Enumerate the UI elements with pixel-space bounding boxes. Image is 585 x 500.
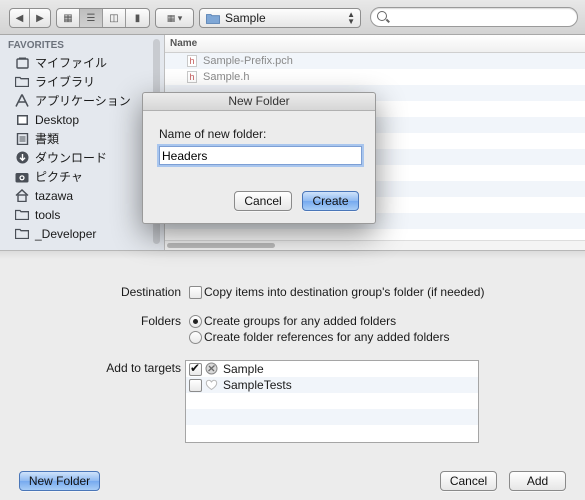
all-my-files-icon bbox=[15, 56, 29, 69]
folder-icon bbox=[15, 227, 29, 240]
sidebar-item-applications[interactable]: アプリケーション bbox=[15, 91, 131, 110]
list-view-button[interactable]: ☰ bbox=[80, 9, 103, 27]
back-arrow-icon: ◀ bbox=[15, 12, 24, 24]
create-folder-references-radio[interactable] bbox=[189, 331, 202, 344]
desktop-icon bbox=[15, 113, 29, 126]
sidebar-item-downloads[interactable]: ダウンロード bbox=[15, 148, 107, 167]
sidebar-item-developer[interactable]: _Developer bbox=[15, 224, 96, 243]
sidebar-item-all-my-files[interactable]: マイファイル bbox=[15, 53, 107, 72]
target-row-empty bbox=[186, 425, 478, 441]
coverflow-view-icon: ▮ bbox=[134, 12, 141, 24]
header-file-icon: h bbox=[187, 71, 197, 83]
folder-name-input[interactable] bbox=[159, 146, 362, 165]
copy-items-text: Copy items into destination group's fold… bbox=[204, 285, 485, 299]
horizontal-scrollbar[interactable] bbox=[165, 240, 585, 250]
updown-arrows-icon: ▲ ▼ bbox=[347, 10, 355, 26]
toolbar: ◀ ▶ ▦ ☰ ◫ ▮ ▦ ▾ Sample ▲ ▼ bbox=[0, 0, 585, 35]
icon-view-button[interactable]: ▦ bbox=[57, 9, 80, 27]
sidebar-header: FAVORITES bbox=[8, 40, 64, 51]
target-checkbox-sample[interactable] bbox=[189, 361, 202, 376]
dialog-title: New Folder bbox=[143, 93, 375, 111]
folder-icon bbox=[15, 208, 29, 221]
coverflow-view-button[interactable]: ▮ bbox=[126, 9, 149, 27]
sidebar-item-documents[interactable]: 書類 bbox=[15, 129, 59, 148]
app-target-icon bbox=[205, 362, 218, 378]
test-bundle-icon bbox=[205, 378, 218, 394]
column-view-icon: ◫ bbox=[109, 12, 119, 24]
sidebar-item-tools[interactable]: tools bbox=[15, 205, 60, 224]
copy-items-checkbox[interactable] bbox=[189, 286, 202, 299]
scrollbar-thumb[interactable] bbox=[167, 243, 275, 248]
view-mode-control: ▦ ☰ ◫ ▮ bbox=[56, 8, 150, 28]
dialog-cancel-button[interactable]: Cancel bbox=[234, 191, 292, 211]
dialog-create-button[interactable]: Create bbox=[302, 191, 359, 211]
pictures-icon bbox=[15, 170, 29, 183]
search-icon bbox=[377, 11, 387, 21]
sidebar-item-library[interactable]: ライブラリ bbox=[15, 72, 95, 91]
search-field[interactable] bbox=[370, 7, 578, 27]
targets-list: Sample SampleTests bbox=[185, 360, 479, 443]
arrange-grid-icon: ▦ bbox=[166, 12, 176, 23]
downloads-icon bbox=[15, 151, 29, 164]
documents-icon bbox=[15, 132, 29, 145]
target-row-sample[interactable]: Sample bbox=[186, 361, 478, 377]
column-header-name[interactable]: Name bbox=[165, 35, 585, 53]
file-row[interactable]: h Sample-Prefix.pch bbox=[165, 53, 585, 69]
target-row-empty bbox=[186, 393, 478, 409]
sidebar-item-pictures[interactable]: ピクチャ bbox=[15, 167, 83, 186]
folders-label: Folders bbox=[140, 314, 181, 328]
new-folder-button[interactable]: New Folder bbox=[19, 471, 100, 491]
folder-icon bbox=[15, 75, 29, 88]
new-folder-dialog: New Folder Name of new folder: Cancel Cr… bbox=[142, 92, 376, 224]
column-view-button[interactable]: ◫ bbox=[103, 9, 126, 27]
cancel-button[interactable]: Cancel bbox=[440, 471, 497, 491]
add-button[interactable]: Add bbox=[509, 471, 566, 491]
folder-icon bbox=[206, 13, 220, 24]
list-view-icon: ☰ bbox=[86, 12, 96, 24]
target-row-empty bbox=[186, 409, 478, 425]
create-groups-text: Create groups for any added folders bbox=[204, 314, 397, 328]
arrange-popup[interactable]: ▦ ▾ bbox=[155, 8, 194, 28]
chevron-down-icon: ▾ bbox=[177, 12, 183, 23]
sidebar-item-desktop[interactable]: Desktop bbox=[15, 110, 79, 129]
file-row[interactable]: h Sample.h bbox=[165, 69, 585, 85]
back-button[interactable]: ◀ bbox=[10, 9, 30, 27]
back-forward-control: ◀ ▶ bbox=[9, 8, 51, 28]
home-icon bbox=[15, 189, 29, 202]
create-groups-radio[interactable] bbox=[189, 315, 202, 328]
forward-button[interactable]: ▶ bbox=[30, 9, 50, 27]
applications-icon bbox=[15, 94, 29, 107]
destination-label: Destination bbox=[120, 285, 181, 299]
header-file-icon: h bbox=[187, 55, 197, 67]
sidebar: FAVORITES マイファイル ライブラリ アプリケーション Desktop … bbox=[0, 35, 165, 250]
create-folder-references-text: Create folder references for any added f… bbox=[204, 330, 450, 344]
grid-view-icon: ▦ bbox=[63, 12, 73, 24]
add-to-targets-label: Add to targets bbox=[106, 361, 181, 375]
path-popup-label: Sample bbox=[225, 11, 266, 25]
target-checkbox-sampletests[interactable] bbox=[189, 379, 202, 392]
path-popup[interactable]: Sample ▲ ▼ bbox=[199, 8, 361, 28]
target-row-sampletests[interactable]: SampleTests bbox=[186, 377, 478, 393]
folder-name-label: Name of new folder: bbox=[159, 127, 267, 141]
forward-arrow-icon: ▶ bbox=[36, 12, 44, 24]
panel-divider bbox=[0, 250, 585, 259]
sidebar-item-home[interactable]: tazawa bbox=[15, 186, 73, 205]
